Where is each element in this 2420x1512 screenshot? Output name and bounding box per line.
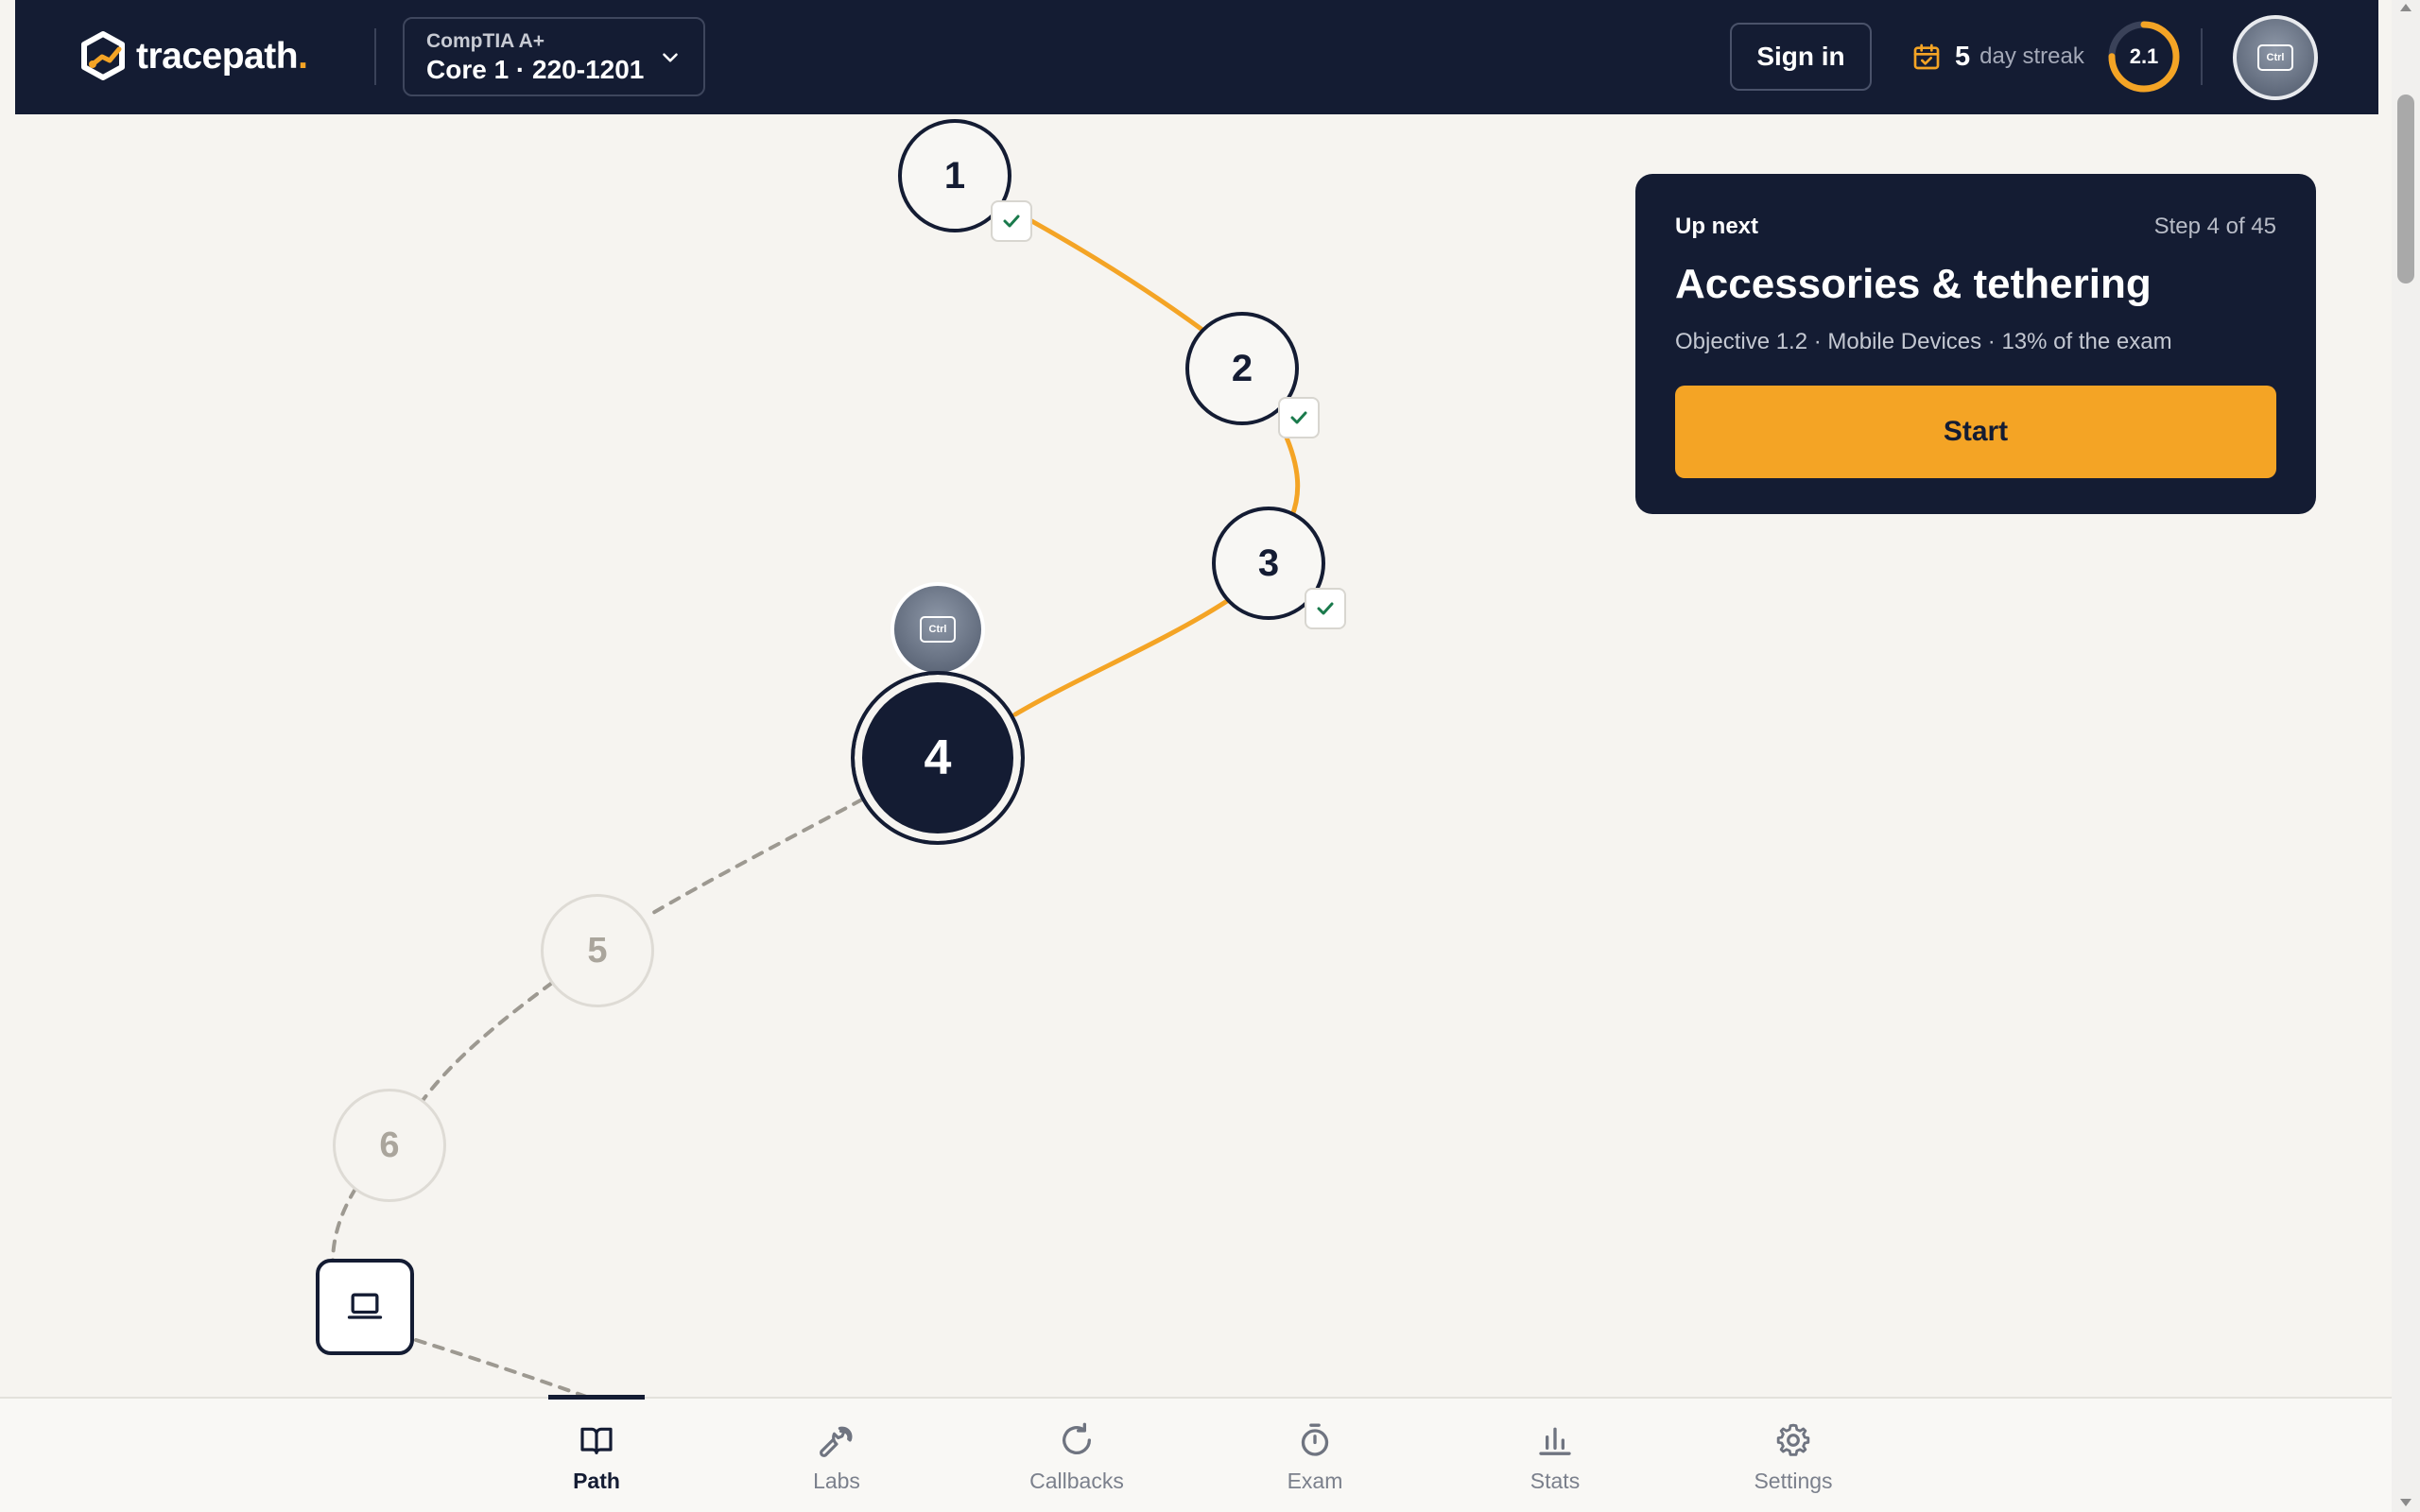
- sign-in-button[interactable]: Sign in: [1730, 23, 1872, 91]
- streak-label: day streak: [1979, 43, 2084, 69]
- nav-item-stats[interactable]: Stats: [1484, 1399, 1626, 1512]
- laptop-icon: [347, 1293, 383, 1319]
- avatar-key-label: Ctrl: [2266, 52, 2285, 63]
- course-selector[interactable]: CompTIA A+ Core 1 · 220-1201: [403, 17, 705, 96]
- page-scrollbar[interactable]: [2392, 0, 2420, 1512]
- brand-dot: .: [298, 36, 308, 77]
- path-node-6[interactable]: 6: [333, 1089, 446, 1202]
- check-badge-3: [1305, 588, 1346, 629]
- calendar-check-icon: [1913, 43, 1940, 70]
- path-node-4-current[interactable]: 4: [851, 671, 1025, 845]
- stopwatch-icon: [1301, 1423, 1329, 1456]
- level-value: 2.1: [2129, 44, 2159, 68]
- scroll-thumb[interactable]: [2397, 94, 2414, 284]
- nav-item-labs[interactable]: Labs: [766, 1399, 908, 1512]
- level-progress-ring: 2.1: [2106, 19, 2182, 94]
- path-segment-5-6: [420, 981, 554, 1104]
- nav-item-callbacks[interactable]: Callbacks: [1006, 1399, 1148, 1512]
- path-segment-2-3: [1281, 428, 1301, 521]
- up-next-card: Up next Step 4 of 45 Accessories & tethe…: [1635, 174, 2316, 514]
- path-lab-node[interactable]: [316, 1259, 414, 1355]
- lesson-meta: Objective 1.2 · Mobile Devices · 13% of …: [1675, 329, 2172, 354]
- keyboard-key-icon: Ctrl: [920, 616, 956, 643]
- check-icon: [1317, 602, 1334, 615]
- nav-label: Path: [573, 1469, 620, 1493]
- path-segment-6-lab: [331, 1187, 357, 1264]
- nav-label: Labs: [813, 1469, 860, 1493]
- refresh-icon: [1063, 1422, 1091, 1455]
- bottom-nav: Path Labs Callbacks Exam Stats Settings: [0, 1395, 2392, 1512]
- nav-item-exam[interactable]: Exam: [1244, 1399, 1386, 1512]
- path-node-5[interactable]: 5: [541, 894, 654, 1007]
- app-root: 1 2 3 Ctrl 4 5 6 Up next Step 4 of 45 Ac…: [0, 0, 2420, 1512]
- check-icon: [1003, 215, 1020, 228]
- path-node-number: 5: [587, 930, 608, 971]
- nav-label: Settings: [1754, 1469, 1833, 1493]
- path-segment-3-4: [1012, 598, 1230, 717]
- nav-label: Exam: [1287, 1469, 1343, 1493]
- streak-count: 5: [1955, 41, 1971, 72]
- bar-chart-icon: [1539, 1427, 1571, 1455]
- check-badge-1: [991, 200, 1032, 242]
- course-cert: CompTIA A+: [426, 30, 545, 52]
- user-avatar[interactable]: Ctrl: [2233, 15, 2318, 100]
- nav-item-settings[interactable]: Settings: [1722, 1399, 1864, 1512]
- course-name: Core 1 · 220-1201: [426, 55, 645, 84]
- brand-name: tracepath.: [136, 36, 308, 77]
- streak-counter: 5 day streak: [1911, 38, 2084, 76]
- start-button[interactable]: Start: [1675, 386, 2276, 478]
- path-segment-4-5: [645, 798, 864, 919]
- path-node-number: 1: [943, 154, 966, 197]
- gear-icon: [1776, 1423, 1810, 1456]
- brand-wordmark: tracepath: [136, 36, 299, 77]
- path-node-number: 4: [924, 730, 952, 785]
- lesson-title: Accessories & tethering: [1675, 261, 2152, 307]
- check-icon: [1290, 411, 1307, 424]
- scroll-up-arrow-icon[interactable]: [2400, 4, 2411, 11]
- path-segment-lab-next: [414, 1338, 594, 1400]
- up-next-label: Up next: [1675, 214, 1759, 239]
- path-node-number: 2: [1231, 347, 1253, 389]
- path-node-number: 3: [1257, 541, 1280, 584]
- path-segment-1-2: [1026, 216, 1209, 335]
- step-counter: Step 4 of 45: [2153, 214, 2276, 239]
- path-node-number: 6: [379, 1125, 400, 1165]
- nav-label: Callbacks: [1029, 1469, 1124, 1493]
- tracepath-logo-icon: [81, 31, 125, 80]
- path-avatar: Ctrl: [890, 582, 985, 686]
- header-divider: [2201, 28, 2203, 85]
- nav-item-path[interactable]: Path: [526, 1399, 667, 1512]
- nav-label: Stats: [1530, 1469, 1581, 1493]
- wrench-icon: [820, 1426, 853, 1457]
- chevron-down-icon: [663, 53, 678, 62]
- keyboard-key-icon: Ctrl: [2257, 44, 2293, 71]
- top-header: tracepath. CompTIA A+ Core 1 · 220-1201 …: [15, 0, 2378, 114]
- check-badge-2: [1278, 397, 1320, 438]
- avatar-key-label: Ctrl: [928, 624, 947, 635]
- header-divider: [374, 28, 376, 85]
- brand-logo[interactable]: tracepath.: [79, 28, 308, 85]
- scroll-down-arrow-icon[interactable]: [2400, 1499, 2411, 1506]
- book-icon: [580, 1427, 613, 1454]
